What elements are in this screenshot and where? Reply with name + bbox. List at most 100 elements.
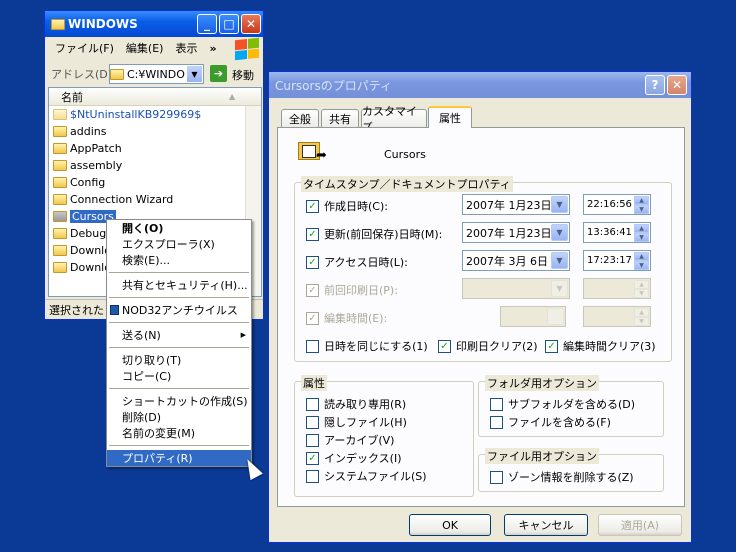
time-spinner[interactable]: 22:16:56 ▲ ▼ <box>583 194 651 215</box>
timestamp-checkbox[interactable]: ✓ <box>306 227 319 241</box>
menu-file[interactable]: ファイル(F) <box>55 40 114 56</box>
include-files-option[interactable]: ファイルを含める(F) <box>490 414 611 430</box>
context-menu-item[interactable]: エクスプローラ(X) <box>107 236 251 252</box>
spin-down-icon[interactable]: ▼ <box>634 289 649 298</box>
chevron-down-icon[interactable]: ▼ <box>551 224 568 241</box>
close-button[interactable]: ✕ <box>241 14 261 34</box>
list-item[interactable]: $NtUninstallKB929969$ <box>53 106 261 123</box>
timestamp-checkbox[interactable]: ✓ <box>306 199 319 213</box>
context-menu-item[interactable]: 共有とセキュリティ(H)... <box>107 277 251 293</box>
tab-customize[interactable]: カスタマイズ <box>361 105 427 134</box>
context-menu-item[interactable]: 名前の変更(M) <box>107 425 251 441</box>
spin-up-icon[interactable]: ▲ <box>634 308 649 317</box>
context-menu-item[interactable]: コピー(C) <box>107 368 251 384</box>
date-picker[interactable]: 2007年 1月23日 ▼ <box>462 222 570 243</box>
address-input[interactable]: C:¥WINDO ▼ <box>109 64 204 84</box>
column-header[interactable]: 名前 ▲ <box>49 88 261 106</box>
list-item[interactable]: Connection Wizard <box>53 191 261 208</box>
spin-up-icon[interactable]: ▲ <box>634 252 649 261</box>
list-item[interactable]: assembly <box>53 157 261 174</box>
chevron-down-icon[interactable]: ▼ <box>551 196 568 213</box>
time-spinner[interactable]: ▲ ▼ <box>583 278 651 299</box>
context-menu-item[interactable]: 開く(O) <box>107 220 251 236</box>
attribute-option[interactable]: ✓ インデックス(I) <box>306 450 402 466</box>
include-subfolders-checkbox[interactable] <box>490 397 503 411</box>
remove-zone-checkbox[interactable] <box>490 470 503 484</box>
explorer-titlebar[interactable]: WINDOWS _ □ ✕ <box>45 11 263 37</box>
spin-up-icon[interactable]: ▲ <box>634 280 649 289</box>
timestamp-row[interactable]: ✓ 編集時間(E): <box>306 310 387 326</box>
chevron-down-icon[interactable]: ▼ <box>187 66 202 82</box>
timestamp-row[interactable]: ✓ 前回印刷日(P): <box>306 282 398 298</box>
timestamp-checkbox[interactable]: ✓ <box>306 255 319 269</box>
tab-attributes[interactable]: 属性 <box>428 106 472 128</box>
list-item[interactable]: addins <box>53 123 261 140</box>
list-item[interactable]: Config <box>53 174 261 191</box>
timestamp-row[interactable]: ✓ 更新(前回保存)日時(M): <box>306 226 442 242</box>
same-time-checkbox[interactable] <box>306 339 319 353</box>
time-spinner[interactable]: ▲ ▼ <box>583 306 651 327</box>
close-button[interactable]: ✕ <box>667 75 687 95</box>
spin-up-icon[interactable]: ▲ <box>634 224 649 233</box>
context-menu-item[interactable]: 削除(D) <box>107 409 251 425</box>
chevron-down-icon[interactable]: ▼ <box>551 280 568 297</box>
spin-down-icon[interactable]: ▼ <box>634 205 649 214</box>
context-menu-item[interactable]: ショートカットの作成(S) <box>107 393 251 409</box>
menu-edit[interactable]: 編集(E) <box>126 40 164 56</box>
date-picker[interactable]: ▼ <box>462 278 570 299</box>
minimize-button[interactable]: _ <box>197 14 217 34</box>
apply-button[interactable]: 適用(A) <box>598 514 682 536</box>
chevron-down-icon[interactable] <box>547 308 564 325</box>
attribute-option[interactable]: システムファイル(S) <box>306 468 427 484</box>
clear-edit-checkbox[interactable]: ✓ <box>545 339 558 353</box>
timestamp-row[interactable]: ✓ 作成日時(C): <box>306 198 388 214</box>
date-picker[interactable]: 2007年 1月23日 ▼ <box>462 194 570 215</box>
clear-edit-option[interactable]: ✓ 編集時間クリア(3) <box>545 338 656 354</box>
spin-down-icon[interactable]: ▼ <box>634 233 649 242</box>
attribute-checkbox[interactable] <box>306 397 319 411</box>
spin-down-icon[interactable]: ▼ <box>634 261 649 270</box>
timestamp-checkbox[interactable]: ✓ <box>306 283 319 297</box>
time-spinner[interactable]: 17:23:17 ▲ ▼ <box>583 250 651 271</box>
clear-print-option[interactable]: ✓ 印刷日クリア(2) <box>438 338 538 354</box>
properties-titlebar[interactable]: Cursorsのプロパティ ? ✕ <box>269 72 691 98</box>
date-picker[interactable] <box>500 306 566 327</box>
context-menu-item[interactable]: 切り取り(T) <box>107 352 251 368</box>
attribute-checkbox[interactable]: ✓ <box>306 451 319 465</box>
context-menu-item[interactable]: 送る(N) ▶ <box>107 327 251 343</box>
context-menu-item[interactable]: 検索(E)... <box>107 252 251 268</box>
same-time-option[interactable]: 日時を同じにする(1) <box>306 338 428 354</box>
list-item[interactable]: AppPatch <box>53 140 261 157</box>
tab-sharing[interactable]: 共有 <box>321 109 359 127</box>
timestamp-row[interactable]: ✓ アクセス日時(L): <box>306 254 408 270</box>
date-picker[interactable]: 2007年 3月 6日 ▼ <box>462 250 570 271</box>
go-button[interactable]: 移動 <box>232 67 254 83</box>
attribute-option[interactable]: アーカイブ(V) <box>306 432 394 448</box>
attribute-checkbox[interactable] <box>306 415 319 429</box>
go-arrow-icon[interactable]: ➔ <box>210 65 227 82</box>
clear-edit-label: 編集時間クリア(3) <box>563 340 656 353</box>
time-spinner[interactable]: 13:36:41 ▲ ▼ <box>583 222 651 243</box>
chevron-down-icon[interactable]: ▼ <box>551 252 568 269</box>
tab-general[interactable]: 全般 <box>281 109 319 127</box>
menu-view[interactable]: 表示 <box>175 40 197 56</box>
folder-icon <box>53 109 67 120</box>
context-menu-item[interactable]: NOD32アンチウイルス <box>107 302 251 318</box>
attribute-checkbox[interactable] <box>306 469 319 483</box>
include-subfolders-option[interactable]: サブフォルダを含める(D) <box>490 396 635 412</box>
attribute-option[interactable]: 隠しファイル(H) <box>306 414 407 430</box>
attribute-checkbox[interactable] <box>306 433 319 447</box>
include-files-checkbox[interactable] <box>490 415 503 429</box>
ok-button[interactable]: OK <box>409 514 491 536</box>
timestamp-checkbox[interactable]: ✓ <box>306 311 319 325</box>
attribute-option[interactable]: 読み取り専用(R) <box>306 396 406 412</box>
cancel-button[interactable]: キャンセル <box>504 514 588 536</box>
clear-print-checkbox[interactable]: ✓ <box>438 339 451 353</box>
help-button[interactable]: ? <box>645 75 665 95</box>
maximize-button[interactable]: □ <box>219 14 239 34</box>
context-menu-item[interactable]: プロパティ(R) <box>107 450 251 466</box>
menu-more[interactable]: » <box>209 42 216 55</box>
spin-up-icon[interactable]: ▲ <box>634 196 649 205</box>
spin-down-icon[interactable]: ▼ <box>634 317 649 326</box>
remove-zone-option[interactable]: ゾーン情報を削除する(Z) <box>490 469 634 485</box>
